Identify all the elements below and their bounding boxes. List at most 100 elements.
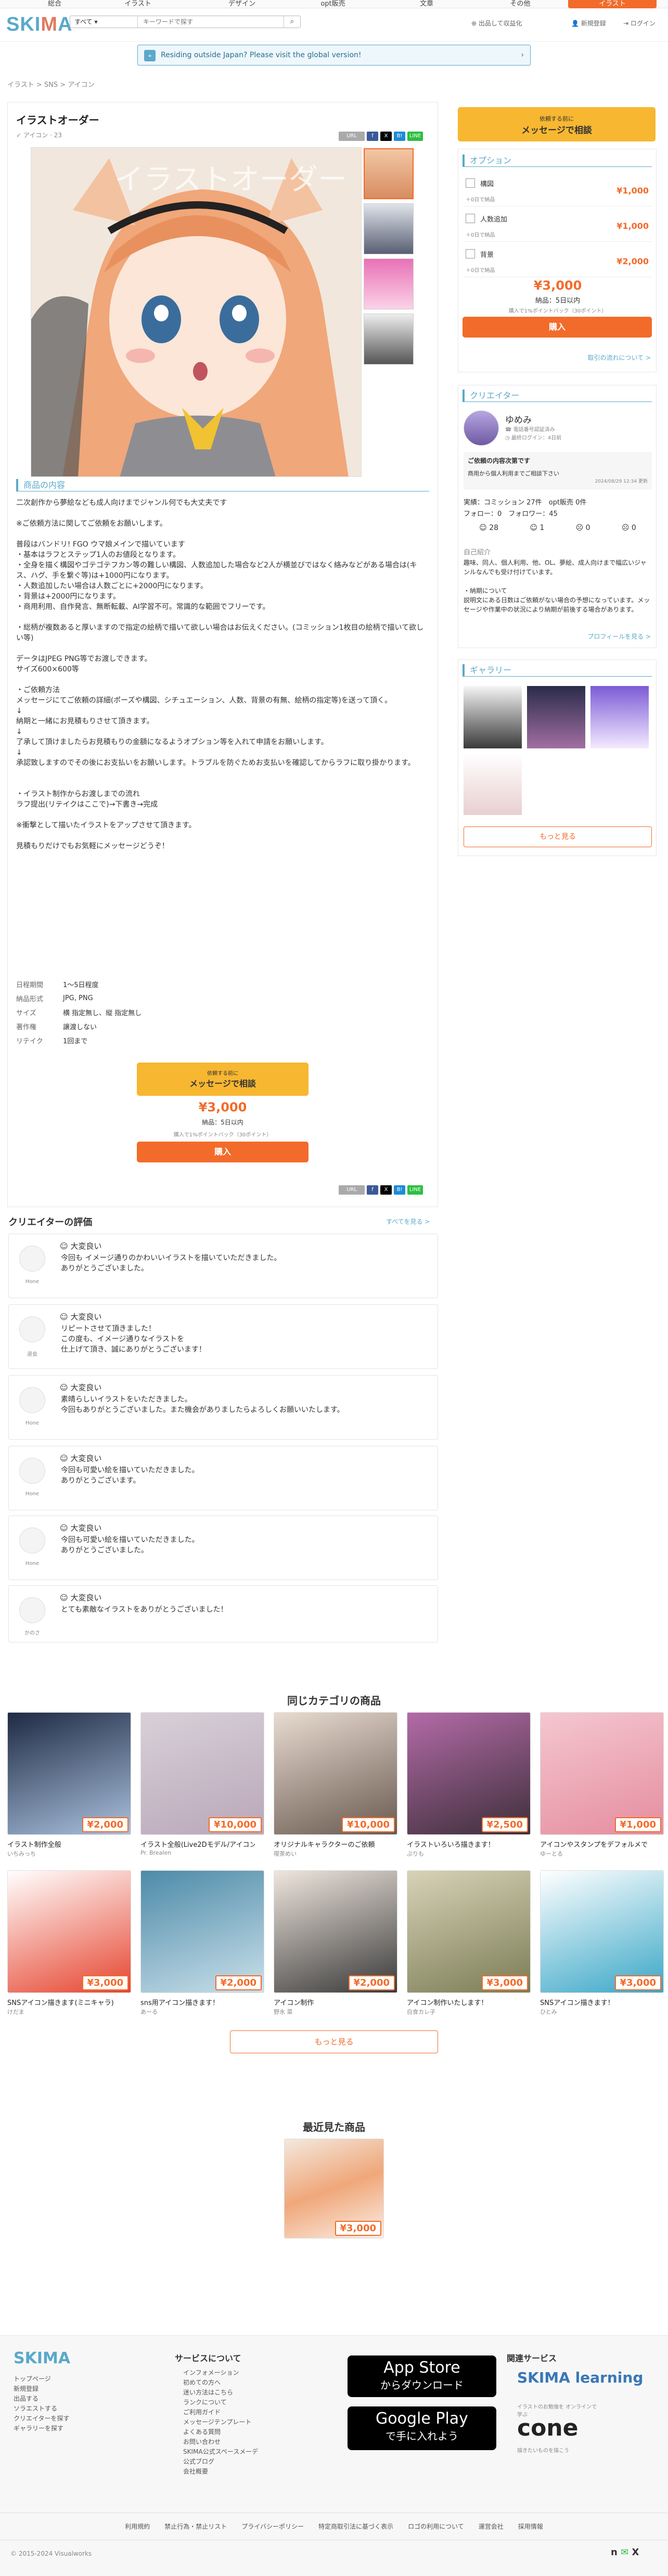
- nav-item-other[interactable]: その他: [479, 0, 562, 8]
- footer-link[interactable]: 出品する: [14, 2394, 70, 2404]
- header-link-signup[interactable]: 👤 新規登録: [571, 19, 606, 28]
- consult-message-button[interactable]: 依頼する前に メッセージで相談: [137, 1063, 309, 1096]
- option-row[interactable]: 背景 ¥2,000 ＋0日で納品: [464, 246, 652, 277]
- nav-item-text[interactable]: 文章: [385, 0, 468, 8]
- search-button[interactable]: ⌕: [284, 16, 300, 28]
- facebook-icon[interactable]: f: [367, 1185, 378, 1195]
- copy-url-button[interactable]: URL: [339, 132, 365, 141]
- footer-link[interactable]: 新規登録: [14, 2384, 70, 2394]
- gallery-image[interactable]: [527, 686, 585, 748]
- similar-item-creator[interactable]: 野水 菜: [274, 2008, 293, 2016]
- nav-item-illust[interactable]: イラスト: [91, 0, 185, 8]
- reviews-all-link[interactable]: すべてを見る >: [386, 1217, 430, 1226]
- similar-item-image[interactable]: ¥10,000: [140, 1712, 264, 1835]
- copy-url-button[interactable]: URL: [339, 1185, 365, 1195]
- thumbnail-4[interactable]: [364, 314, 414, 365]
- footer-bottom-link[interactable]: 採用情報: [518, 2522, 543, 2531]
- gallery-image[interactable]: [464, 686, 522, 748]
- similar-item-image[interactable]: ¥3,000: [7, 1870, 131, 1993]
- similar-item-image[interactable]: ¥2,000: [7, 1712, 131, 1835]
- similar-more-button[interactable]: もっと見る: [230, 2030, 438, 2053]
- nav-item-design[interactable]: デザイン: [198, 0, 286, 8]
- site-logo[interactable]: SKIMA: [6, 14, 72, 36]
- similar-item-title[interactable]: オリジナルキャラクターのご依頼: [274, 1839, 388, 1849]
- footer-link[interactable]: 初めての方へ: [183, 2378, 258, 2388]
- similar-item-creator[interactable]: けだま: [7, 2008, 24, 2016]
- similar-item-creator[interactable]: ひとみ: [540, 2008, 557, 2016]
- x-icon[interactable]: X: [632, 2547, 639, 2558]
- similar-item-title[interactable]: イラスト全般(Live2Dモデル/アイコン等): [140, 1839, 255, 1849]
- similar-item-title[interactable]: イラスト制作全般: [7, 1839, 122, 1849]
- line-icon[interactable]: ✉: [621, 2547, 628, 2558]
- footer-link[interactable]: 公式ブログ: [183, 2457, 258, 2467]
- breadcrumb-item[interactable]: アイコン: [68, 81, 94, 89]
- similar-item-creator[interactable]: いちみっち: [7, 1849, 36, 1858]
- thumbnail-2[interactable]: [364, 203, 414, 254]
- header-link-sell[interactable]: ⊕ 出品して収益化: [471, 19, 522, 28]
- footer-bottom-link[interactable]: ロゴの利用について: [408, 2522, 464, 2531]
- footer-link[interactable]: お問い合わせ: [183, 2437, 258, 2447]
- similar-item-title[interactable]: イラストいろいろ描きます！: [407, 1839, 521, 1849]
- footer-link[interactable]: よくある質問: [183, 2427, 258, 2437]
- skima-learning-logo[interactable]: SKIMA learning: [517, 2369, 643, 2386]
- gallery-more-button[interactable]: もっと見る: [464, 826, 652, 847]
- breadcrumb-item[interactable]: SNS: [44, 81, 58, 89]
- profile-link[interactable]: プロフィールを見る >: [587, 632, 651, 641]
- footer-link[interactable]: ご利用ガイド: [183, 2407, 258, 2417]
- thumbnail-1[interactable]: [364, 148, 414, 199]
- nav-item-all[interactable]: 総合: [21, 0, 88, 8]
- nav-cta-sell[interactable]: イラスト: [568, 0, 657, 8]
- footer-link[interactable]: トップページ: [14, 2374, 70, 2384]
- similar-item-image[interactable]: ¥2,000: [140, 1870, 264, 1993]
- footer-bottom-link[interactable]: 運営会社: [479, 2522, 504, 2531]
- footer-link[interactable]: ランクについて: [183, 2398, 258, 2407]
- line-icon[interactable]: LINE: [407, 1185, 423, 1195]
- header-link-login[interactable]: ⇥ ログイン: [623, 19, 656, 28]
- option-row[interactable]: 人数追加 ¥1,000 ＋0日で納品: [464, 211, 652, 242]
- similar-item-title[interactable]: SNSアイコン描きます(ミニキャラ): [7, 1997, 122, 2007]
- similar-item-image[interactable]: ¥1,000: [540, 1712, 664, 1835]
- note-icon[interactable]: n: [611, 2547, 618, 2558]
- similar-item-image[interactable]: ¥10,000: [274, 1712, 397, 1835]
- footer-link[interactable]: ソラエストする: [14, 2404, 70, 2414]
- similar-item-title[interactable]: sns用アイコン描きます！: [140, 1997, 255, 2007]
- facebook-icon[interactable]: f: [367, 132, 378, 141]
- option-row[interactable]: 構図 ¥1,000 ＋0日で納品: [464, 175, 652, 206]
- line-icon[interactable]: LINE: [407, 132, 423, 141]
- hatena-icon[interactable]: B!: [394, 132, 405, 141]
- similar-item-title[interactable]: アイコンやスタンプをデフォルメで: [540, 1839, 654, 1849]
- footer-link[interactable]: ギャラリーを探す: [14, 2424, 70, 2433]
- similar-item-creator[interactable]: ぷりも: [407, 1849, 424, 1858]
- similar-item-image[interactable]: ¥3,000: [540, 1870, 664, 1993]
- transaction-flow-link[interactable]: 取引の流れについて >: [587, 353, 651, 362]
- hatena-icon[interactable]: B!: [394, 1185, 405, 1195]
- sidebar-consult-button[interactable]: 依頼する前に メッセージで相談: [458, 107, 656, 141]
- footer-bottom-link[interactable]: 禁止行為・禁止リスト: [164, 2522, 227, 2531]
- similar-item-title[interactable]: アイコン制作いたします！: [407, 1997, 521, 2007]
- creator-name[interactable]: ゆめみ: [505, 412, 532, 425]
- sidebar-buy-button[interactable]: 購入: [463, 317, 652, 338]
- similar-item-title[interactable]: SNSアイコン描きます！: [540, 1997, 654, 2007]
- similar-item-creator[interactable]: ゆーとる: [540, 1849, 563, 1858]
- footer-bottom-link[interactable]: 特定商取引法に基づく表示: [318, 2522, 393, 2531]
- search-category-select[interactable]: すべて ▾: [70, 16, 138, 28]
- x-icon[interactable]: X: [380, 1185, 392, 1195]
- similar-item-image[interactable]: ¥2,500: [407, 1712, 531, 1835]
- similar-item-creator[interactable]: 喫茶めい: [274, 1849, 297, 1858]
- breadcrumb-item[interactable]: イラスト: [7, 81, 34, 89]
- similar-item-image[interactable]: ¥2,000: [274, 1870, 397, 1993]
- gallery-image[interactable]: [464, 753, 522, 815]
- similar-item-title[interactable]: アイコン制作: [274, 1997, 388, 2007]
- search-input[interactable]: [140, 16, 280, 28]
- option-checkbox[interactable]: [466, 249, 475, 258]
- x-icon[interactable]: X: [380, 132, 392, 141]
- cone-logo[interactable]: cone: [517, 2415, 578, 2441]
- option-checkbox[interactable]: [466, 214, 475, 223]
- footer-link[interactable]: 会社概要: [183, 2467, 258, 2477]
- footer-link[interactable]: SKIMA公式スペースメーデ: [183, 2447, 258, 2457]
- google-play-button[interactable]: Google Play で手に入れよう: [348, 2406, 496, 2450]
- recent-item[interactable]: ¥3,000: [284, 2139, 384, 2238]
- footer-link[interactable]: メッセージテンプレート: [183, 2417, 258, 2427]
- creator-avatar[interactable]: [464, 410, 499, 446]
- option-checkbox[interactable]: [466, 178, 475, 188]
